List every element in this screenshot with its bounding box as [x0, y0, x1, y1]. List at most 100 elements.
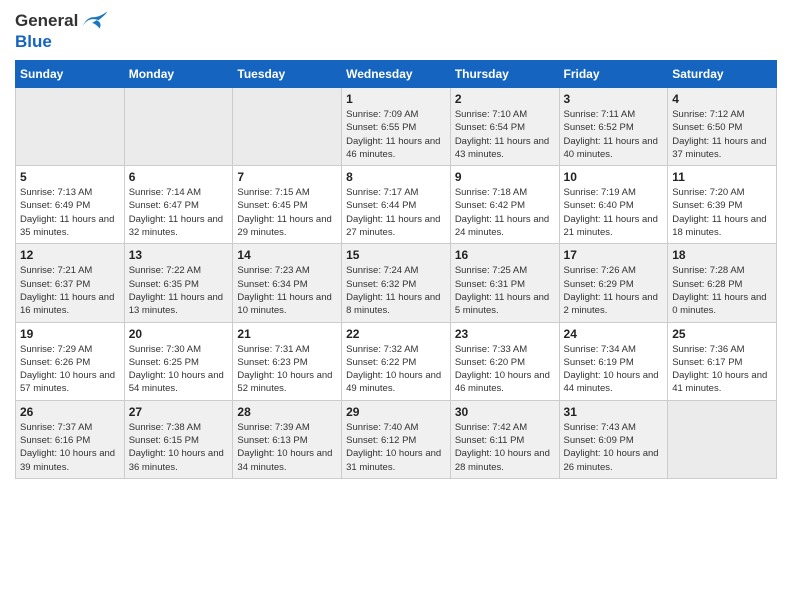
calendar-cell: 15 Sunrise: 7:24 AM Sunset: 6:32 PM Dayli… — [342, 244, 451, 322]
day-info: Sunrise: 7:31 AM Sunset: 6:23 PM Dayligh… — [237, 343, 337, 396]
calendar-cell: 4 Sunrise: 7:12 AM Sunset: 6:50 PM Daylig… — [668, 88, 777, 166]
logo-general: General — [15, 11, 78, 31]
day-number: 24 — [564, 327, 664, 341]
day-info: Sunrise: 7:21 AM Sunset: 6:37 PM Dayligh… — [20, 264, 120, 317]
day-info: Sunrise: 7:20 AM Sunset: 6:39 PM Dayligh… — [672, 186, 772, 239]
calendar-week-row: 19 Sunrise: 7:29 AM Sunset: 6:26 PM Dayli… — [16, 322, 777, 400]
day-info: Sunrise: 7:26 AM Sunset: 6:29 PM Dayligh… — [564, 264, 664, 317]
day-number: 1 — [346, 92, 446, 106]
calendar-cell: 20 Sunrise: 7:30 AM Sunset: 6:25 PM Dayli… — [124, 322, 233, 400]
day-number: 21 — [237, 327, 337, 341]
weekday-header-wednesday: Wednesday — [342, 61, 451, 88]
page: General Blue SundayMondayT — [0, 0, 792, 612]
calendar-cell — [16, 88, 125, 166]
day-number: 19 — [20, 327, 120, 341]
day-info: Sunrise: 7:42 AM Sunset: 6:11 PM Dayligh… — [455, 421, 555, 474]
logo-bird-icon — [80, 10, 108, 32]
calendar-cell: 31 Sunrise: 7:43 AM Sunset: 6:09 PM Dayli… — [559, 400, 668, 478]
calendar-cell: 3 Sunrise: 7:11 AM Sunset: 6:52 PM Daylig… — [559, 88, 668, 166]
day-number: 14 — [237, 248, 337, 262]
day-info: Sunrise: 7:22 AM Sunset: 6:35 PM Dayligh… — [129, 264, 229, 317]
day-number: 27 — [129, 405, 229, 419]
day-info: Sunrise: 7:09 AM Sunset: 6:55 PM Dayligh… — [346, 108, 446, 161]
day-number: 13 — [129, 248, 229, 262]
weekday-header-row: SundayMondayTuesdayWednesdayThursdayFrid… — [16, 61, 777, 88]
calendar-cell: 2 Sunrise: 7:10 AM Sunset: 6:54 PM Daylig… — [450, 88, 559, 166]
day-number: 4 — [672, 92, 772, 106]
day-number: 29 — [346, 405, 446, 419]
calendar-cell: 30 Sunrise: 7:42 AM Sunset: 6:11 PM Dayli… — [450, 400, 559, 478]
calendar-week-row: 5Sunrise: 7:13 AM Sunset: 6:49 PM Daylig… — [16, 166, 777, 244]
weekday-header-monday: Monday — [124, 61, 233, 88]
day-info: Sunrise: 7:10 AM Sunset: 6:54 PM Dayligh… — [455, 108, 555, 161]
day-number: 9 — [455, 170, 555, 184]
day-info: Sunrise: 7:43 AM Sunset: 6:09 PM Dayligh… — [564, 421, 664, 474]
calendar-cell: 8 Sunrise: 7:17 AM Sunset: 6:44 PM Daylig… — [342, 166, 451, 244]
calendar-week-row: 12 Sunrise: 7:21 AM Sunset: 6:37 PM Dayli… — [16, 244, 777, 322]
day-number: 17 — [564, 248, 664, 262]
day-info: Sunrise: 7:32 AM Sunset: 6:22 PM Dayligh… — [346, 343, 446, 396]
day-info: Sunrise: 7:11 AM Sunset: 6:52 PM Dayligh… — [564, 108, 664, 161]
calendar-week-row: 1 Sunrise: 7:09 AM Sunset: 6:55 PM Daylig… — [16, 88, 777, 166]
day-number: 31 — [564, 405, 664, 419]
calendar-cell — [124, 88, 233, 166]
day-number: 22 — [346, 327, 446, 341]
calendar-cell: 27Sunrise: 7:38 AM Sunset: 6:15 PM Dayli… — [124, 400, 233, 478]
calendar-cell: 18 Sunrise: 7:28 AM Sunset: 6:28 PM Dayli… — [668, 244, 777, 322]
day-number: 3 — [564, 92, 664, 106]
day-number: 8 — [346, 170, 446, 184]
calendar-cell — [233, 88, 342, 166]
calendar-cell: 7Sunrise: 7:15 AM Sunset: 6:45 PM Daylig… — [233, 166, 342, 244]
logo-container: General Blue — [15, 10, 108, 52]
day-number: 30 — [455, 405, 555, 419]
logo: General Blue — [15, 10, 108, 52]
calendar-cell: 12 Sunrise: 7:21 AM Sunset: 6:37 PM Dayli… — [16, 244, 125, 322]
calendar-cell: 21 Sunrise: 7:31 AM Sunset: 6:23 PM Dayli… — [233, 322, 342, 400]
calendar-table: SundayMondayTuesdayWednesdayThursdayFrid… — [15, 60, 777, 479]
calendar-cell: 28Sunrise: 7:39 AM Sunset: 6:13 PM Dayli… — [233, 400, 342, 478]
weekday-header-thursday: Thursday — [450, 61, 559, 88]
day-info: Sunrise: 7:18 AM Sunset: 6:42 PM Dayligh… — [455, 186, 555, 239]
day-info: Sunrise: 7:30 AM Sunset: 6:25 PM Dayligh… — [129, 343, 229, 396]
logo-blue: Blue — [15, 32, 52, 51]
calendar-cell: 19 Sunrise: 7:29 AM Sunset: 6:26 PM Dayli… — [16, 322, 125, 400]
calendar-cell: 1 Sunrise: 7:09 AM Sunset: 6:55 PM Daylig… — [342, 88, 451, 166]
day-number: 5 — [20, 170, 120, 184]
day-number: 28 — [237, 405, 337, 419]
day-info: Sunrise: 7:14 AM Sunset: 6:47 PM Dayligh… — [129, 186, 229, 239]
day-info: Sunrise: 7:25 AM Sunset: 6:31 PM Dayligh… — [455, 264, 555, 317]
day-info: Sunrise: 7:24 AM Sunset: 6:32 PM Dayligh… — [346, 264, 446, 317]
calendar-cell: 17 Sunrise: 7:26 AM Sunset: 6:29 PM Dayli… — [559, 244, 668, 322]
weekday-header-friday: Friday — [559, 61, 668, 88]
calendar-cell: 22 Sunrise: 7:32 AM Sunset: 6:22 PM Dayli… — [342, 322, 451, 400]
day-number: 26 — [20, 405, 120, 419]
weekday-header-tuesday: Tuesday — [233, 61, 342, 88]
day-info: Sunrise: 7:19 AM Sunset: 6:40 PM Dayligh… — [564, 186, 664, 239]
day-info: Sunrise: 7:29 AM Sunset: 6:26 PM Dayligh… — [20, 343, 120, 396]
day-info: Sunrise: 7:12 AM Sunset: 6:50 PM Dayligh… — [672, 108, 772, 161]
calendar-cell: 5Sunrise: 7:13 AM Sunset: 6:49 PM Daylig… — [16, 166, 125, 244]
day-number: 6 — [129, 170, 229, 184]
day-number: 18 — [672, 248, 772, 262]
header: General Blue — [15, 10, 777, 52]
day-info: Sunrise: 7:15 AM Sunset: 6:45 PM Dayligh… — [237, 186, 337, 239]
day-info: Sunrise: 7:28 AM Sunset: 6:28 PM Dayligh… — [672, 264, 772, 317]
day-number: 12 — [20, 248, 120, 262]
calendar-cell: 13 Sunrise: 7:22 AM Sunset: 6:35 PM Dayli… — [124, 244, 233, 322]
day-info: Sunrise: 7:40 AM Sunset: 6:12 PM Dayligh… — [346, 421, 446, 474]
calendar-cell: 10Sunrise: 7:19 AM Sunset: 6:40 PM Dayli… — [559, 166, 668, 244]
day-number: 20 — [129, 327, 229, 341]
calendar-cell: 24Sunrise: 7:34 AM Sunset: 6:19 PM Dayli… — [559, 322, 668, 400]
calendar-week-row: 26Sunrise: 7:37 AM Sunset: 6:16 PM Dayli… — [16, 400, 777, 478]
calendar-cell: 23Sunrise: 7:33 AM Sunset: 6:20 PM Dayli… — [450, 322, 559, 400]
day-info: Sunrise: 7:17 AM Sunset: 6:44 PM Dayligh… — [346, 186, 446, 239]
day-number: 2 — [455, 92, 555, 106]
day-info: Sunrise: 7:23 AM Sunset: 6:34 PM Dayligh… — [237, 264, 337, 317]
day-number: 15 — [346, 248, 446, 262]
calendar-cell: 6 Sunrise: 7:14 AM Sunset: 6:47 PM Daylig… — [124, 166, 233, 244]
calendar-cell: 25 Sunrise: 7:36 AM Sunset: 6:17 PM Dayli… — [668, 322, 777, 400]
calendar-cell: 9 Sunrise: 7:18 AM Sunset: 6:42 PM Daylig… — [450, 166, 559, 244]
day-number: 25 — [672, 327, 772, 341]
calendar-cell: 11Sunrise: 7:20 AM Sunset: 6:39 PM Dayli… — [668, 166, 777, 244]
day-info: Sunrise: 7:36 AM Sunset: 6:17 PM Dayligh… — [672, 343, 772, 396]
